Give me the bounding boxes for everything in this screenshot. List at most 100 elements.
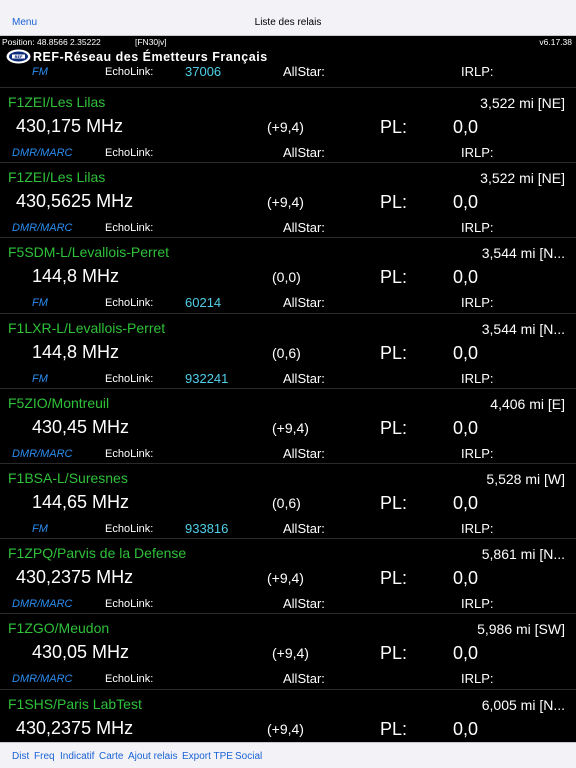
relay-callsign: F1ZGO/Meudon <box>8 620 110 637</box>
pl-value: 0,0 <box>453 718 479 739</box>
allstar-label: AllStar: <box>283 596 325 612</box>
pl-value: 0,0 <box>453 267 479 288</box>
svg-text:REF: REF <box>14 54 23 59</box>
relay-distance: 4,406 mi [E] <box>490 395 565 412</box>
irlp-label: IRLP: <box>461 596 494 612</box>
mode-label: FM <box>32 523 48 535</box>
pl-value: 0,0 <box>453 342 479 363</box>
echolink-label: EchoLink: <box>105 66 154 78</box>
mode-label: FM <box>32 66 48 78</box>
banner-title: REF-Réseau des Émetteurs Français <box>33 50 268 64</box>
echolink-number: 932241 <box>185 370 229 386</box>
allstar-label: AllStar: <box>283 145 325 160</box>
mode-label: DMR/MARC <box>12 673 73 686</box>
relay-callsign: F5SDM-L/Levallois-Perret <box>8 244 170 261</box>
relay-frequency: 430,2375 MHz <box>16 717 134 738</box>
locator-text: [FN30jv] <box>135 37 167 47</box>
relay-callsign: F1ZPQ/Parvis de la Defense <box>8 545 187 562</box>
allstar-label: AllStar: <box>283 671 325 687</box>
echolink-number: 60214 <box>185 295 222 311</box>
relay-distance: 5,986 mi [SW] <box>477 621 565 638</box>
relay-list-item[interactable]: F1BSA-L/Suresnes 5,528 mi [W] 144,65 MHz (0… <box>0 463 576 538</box>
navigation-bar: Menu Liste des relais <box>0 0 576 36</box>
relay-frequency: 430,5625 MHz <box>16 191 134 212</box>
allstar-label: AllStar: <box>283 66 325 79</box>
relay-callsign: F1ZEI/Les Lilas <box>8 94 106 110</box>
tab-export-tpe[interactable]: Export TPE <box>182 751 233 762</box>
echolink-label: EchoLink: <box>105 372 154 385</box>
relay-list-item[interactable]: F1SHS/Paris LabTest 6,005 mi [N... 430,237… <box>0 688 576 742</box>
irlp-label: IRLP: <box>461 220 494 236</box>
ref-logo-icon: REF <box>6 49 31 64</box>
relay-list-item[interactable]: F5SDM-L/Levallois-Perret 3,544 mi [N... 14… <box>0 237 576 312</box>
echolink-label: EchoLink: <box>105 447 154 460</box>
relay-list-item[interactable]: F1ZEI/Les Lilas 3,522 mi [NE] 430,5625 MHz… <box>0 162 576 237</box>
relay-distance: 5,528 mi [W] <box>486 471 565 487</box>
pl-label: PL: <box>380 342 408 363</box>
pl-value: 0,0 <box>453 643 479 664</box>
relay-callsign: F1BSA-L/Suresnes <box>8 470 128 486</box>
relay-distance: 3,544 mi [N... <box>481 245 565 262</box>
mode-label: DMR/MARC <box>12 222 73 235</box>
relay-list-item[interactable]: F1ZPQ/Parvis de la Defense 5,861 mi [N...… <box>0 538 576 613</box>
echolink-label: EchoLink: <box>105 222 154 235</box>
pl-label: PL: <box>380 417 408 438</box>
pl-value: 0,0 <box>453 417 479 438</box>
pl-label: PL: <box>380 267 408 288</box>
pl-label: PL: <box>380 493 408 513</box>
relay-frequency: 144,8 MHz <box>32 266 120 287</box>
pl-value: 0,0 <box>453 493 479 513</box>
echolink-label: EchoLink: <box>105 673 154 686</box>
page-title: Liste des relais <box>254 17 322 28</box>
relay-frequency: 430,175 MHz <box>16 116 124 136</box>
relay-list-item[interactable]: F1ZEI/Les Lilas 3,522 mi [NE] 430,175 MHz (… <box>0 87 576 162</box>
tab-indicatif[interactable]: Indicatif <box>60 751 94 762</box>
echolink-label: EchoLink: <box>105 523 154 535</box>
tab-social[interactable]: Social <box>235 751 262 762</box>
relay-shift: (+9,4) <box>267 194 304 211</box>
allstar-label: AllStar: <box>283 445 325 461</box>
partial-list-item[interactable]: FM EchoLink: 37006 AllStar: IRLP: <box>0 66 576 80</box>
relay-shift: (+9,4) <box>267 720 304 737</box>
pl-label: PL: <box>380 643 408 664</box>
relay-shift: (0,0) <box>272 269 301 286</box>
tab-freq[interactable]: Freq <box>34 751 55 762</box>
irlp-label: IRLP: <box>461 145 494 160</box>
relay-list-item[interactable]: F5ZIO/Montreuil 4,406 mi [E] 430,45 MHz (+9… <box>0 387 576 463</box>
relay-frequency: 430,45 MHz <box>32 416 130 437</box>
status-bar: Position: 48.8566 2.35222 [FN30jv] v6.17… <box>0 36 576 48</box>
irlp-label: IRLP: <box>461 445 494 461</box>
irlp-label: IRLP: <box>461 295 494 311</box>
pl-value: 0,0 <box>453 192 479 213</box>
allstar-label: AllStar: <box>283 370 325 386</box>
allstar-label: AllStar: <box>283 220 325 236</box>
mode-label: FM <box>32 372 48 385</box>
mode-label: DMR/MARC <box>12 598 73 611</box>
relay-list-item[interactable]: F1ZGO/Meudon 5,986 mi [SW] 430,05 MHz (+9,4… <box>0 613 576 688</box>
relay-distance: 3,544 mi [N... <box>481 320 565 337</box>
ref-banner: REF REF-Réseau des Émetteurs Français <box>0 48 576 66</box>
position-text: Position: 48.8566 2.35222 <box>2 37 101 47</box>
pl-value: 0,0 <box>453 117 479 137</box>
relay-list[interactable]: FM EchoLink: 37006 AllStar: IRLP: F1ZEI/… <box>0 66 576 742</box>
relay-shift: (+9,4) <box>272 645 309 662</box>
relay-callsign: F1LXR-L/Levallois-Perret <box>8 319 166 336</box>
tab-carte[interactable]: Carte <box>99 751 123 762</box>
echolink-label: EchoLink: <box>105 297 154 310</box>
relay-distance: 6,005 mi [N... <box>481 696 565 713</box>
relay-list-item[interactable]: F1LXR-L/Levallois-Perret 3,544 mi [N... 14… <box>0 312 576 388</box>
relay-callsign: F1ZEI/Les Lilas <box>8 169 106 186</box>
relay-distance: 3,522 mi [NE] <box>480 170 565 187</box>
bottom-toolbar: Dist Freq Indicatif Carte Ajout relais E… <box>0 742 576 768</box>
irlp-label: IRLP: <box>461 521 494 536</box>
mode-label: DMR/MARC <box>12 447 73 460</box>
pl-label: PL: <box>380 192 408 213</box>
echolink-label: EchoLink: <box>105 147 154 159</box>
relay-callsign: F1SHS/Paris LabTest <box>8 695 142 712</box>
pl-label: PL: <box>380 117 408 137</box>
relay-shift: (0,6) <box>272 344 301 361</box>
tab-dist[interactable]: Dist <box>12 751 29 762</box>
tab-ajout-relais[interactable]: Ajout relais <box>128 751 177 762</box>
relay-shift: (+9,4) <box>267 570 304 587</box>
relay-frequency: 144,65 MHz <box>32 492 130 512</box>
